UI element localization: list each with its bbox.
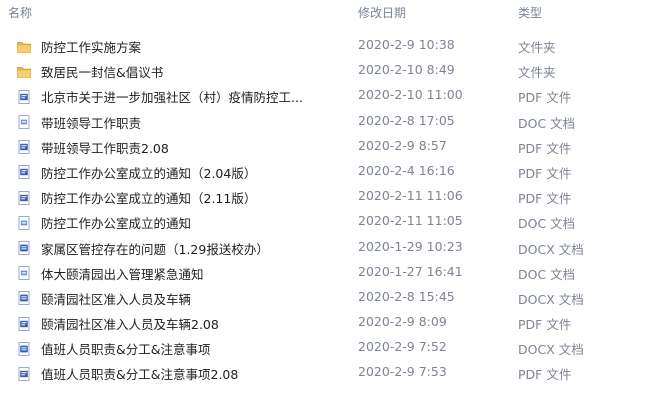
doc-file-icon [16,215,32,231]
file-date: 2020-2-8 15:45 [358,288,455,304]
file-name: 值班人员职责&分工&注意事项 [41,342,211,358]
file-row[interactable]: 值班人员职责&分工&注意事项 2020-2-9 7:52 DOCX 文档 [0,335,660,360]
file-type: PDF 文件 [518,191,572,207]
file-name-cell: 防控工作办公室成立的通知（2.04版） [16,163,352,182]
file-name-cell: 带班领导工作职责2.08 [16,138,352,157]
file-date: 2020-2-10 11:00 [358,87,463,103]
file-name: 北京市关于进一步加强社区（村）疫情防控工... [41,90,303,106]
column-header-name[interactable]: 名称 [8,4,32,21]
file-date: 2020-1-29 10:23 [358,238,463,254]
file-type: PDF 文件 [518,165,572,181]
file-name-cell: 颐清园社区准入人员及车辆 [16,289,352,308]
file-row[interactable]: 防控工作实施方案 2020-2-9 10:38 文件夹 [0,33,660,58]
file-type: DOC 文档 [518,216,576,232]
file-type: PDF 文件 [518,317,572,333]
pdf-file-icon [16,164,32,180]
file-name: 颐清园社区准入人员及车辆 [41,291,192,307]
file-date: 2020-2-11 11:06 [358,188,463,204]
file-row[interactable]: 防控工作办公室成立的通知（2.11版） 2020-2-11 11:06 PDF 文件 [0,184,660,209]
file-type: DOCX 文档 [518,342,584,358]
file-row[interactable]: 防控工作办公室成立的通知（2.04版） 2020-2-4 16:16 PDF 文件 [0,159,660,184]
file-type: DOCX 文档 [518,241,584,257]
file-name-cell: 致居民一封信&倡议书 [16,62,352,81]
file-row[interactable]: 体大颐清园出入管理紧急通知 2020-1-27 16:41 DOC 文档 [0,260,660,285]
file-rows: 防控工作实施方案 2020-2-9 10:38 文件夹 致居民一封信&倡议书 2020-… [0,33,660,386]
file-type: PDF 文件 [518,140,572,156]
file-date: 2020-2-9 8:57 [358,137,447,153]
file-list: 名称 修改日期 类型 防控工作实施方案 2020-2-9 10:38 文件夹 致居民一… [0,0,660,407]
file-row[interactable]: 致居民一封信&倡议书 2020-2-10 8:49 文件夹 [0,58,660,83]
file-type: DOC 文档 [518,115,576,131]
file-name-cell: 值班人员职责&分工&注意事项 [16,339,352,358]
file-name: 致居民一封信&倡议书 [41,65,164,81]
pdf-file-icon [16,139,32,155]
pdf-file-icon [16,89,32,105]
file-name: 防控工作办公室成立的通知（2.11版） [41,191,257,207]
file-name-cell: 体大颐清园出入管理紧急通知 [16,264,352,283]
file-name-cell: 家属区管控存在的问题（1.29报送校办） [16,239,352,258]
column-header-date[interactable]: 修改日期 [358,4,406,21]
file-type: 文件夹 [518,65,556,81]
folder-icon [16,39,32,55]
file-name: 颐清园社区准入人员及车辆2.08 [41,317,219,333]
doc-file-icon [16,114,32,130]
file-name: 体大颐清园出入管理紧急通知 [41,266,204,282]
file-type: PDF 文件 [518,90,572,106]
file-name: 防控工作办公室成立的通知（2.04版） [41,165,257,181]
file-type: DOCX 文档 [518,291,584,307]
doc-file-icon [16,265,32,281]
file-row[interactable]: 带班领导工作职责2.08 2020-2-9 8:57 PDF 文件 [0,134,660,159]
file-date: 2020-2-11 11:05 [358,213,463,229]
file-name: 家属区管控存在的问题（1.29报送校办） [41,241,269,257]
file-row[interactable]: 颐清园社区准入人员及车辆 2020-2-8 15:45 DOCX 文档 [0,285,660,310]
pdf-file-icon [16,316,32,332]
docx-file-icon [16,341,32,357]
file-date: 2020-2-9 7:52 [358,339,447,355]
file-name: 防控工作实施方案 [41,40,142,55]
file-date: 2020-2-8 17:05 [358,112,455,128]
column-header-type[interactable]: 类型 [518,4,542,21]
file-type: PDF 文件 [518,367,572,383]
file-type: 文件夹 [518,40,556,55]
docx-file-icon [16,240,32,256]
file-name: 值班人员职责&分工&注意事项2.08 [41,367,239,383]
file-row[interactable]: 值班人员职责&分工&注意事项2.08 2020-2-9 7:53 PDF 文件 [0,360,660,385]
pdf-file-icon [16,366,32,382]
file-date: 2020-2-9 7:53 [358,364,447,380]
file-date: 2020-1-27 16:41 [358,263,463,279]
file-name-cell: 防控工作办公室成立的通知（2.11版） [16,188,352,207]
file-name-cell: 防控工作办公室成立的通知 [16,213,352,232]
docx-file-icon [16,290,32,306]
file-row[interactable]: 北京市关于进一步加强社区（村）疫情防控工... 2020-2-10 11:00 PD… [0,83,660,108]
file-name: 带班领导工作职责2.08 [41,140,169,156]
folder-icon [16,64,32,80]
file-name-cell: 值班人员职责&分工&注意事项2.08 [16,364,352,383]
file-name-cell: 带班领导工作职责 [16,113,352,132]
file-date: 2020-2-4 16:16 [358,162,455,178]
file-name-cell: 北京市关于进一步加强社区（村）疫情防控工... [16,87,352,106]
column-header: 名称 修改日期 类型 [0,0,660,26]
file-date: 2020-2-10 8:49 [358,62,455,78]
pdf-file-icon [16,190,32,206]
file-name-cell: 防控工作实施方案 [16,37,352,56]
file-name: 防控工作办公室成立的通知 [41,216,192,232]
file-date: 2020-2-9 10:38 [358,37,455,52]
file-row[interactable]: 防控工作办公室成立的通知 2020-2-11 11:05 DOC 文档 [0,209,660,234]
file-date: 2020-2-9 8:09 [358,314,447,330]
file-type: DOC 文档 [518,266,576,282]
file-row[interactable]: 颐清园社区准入人员及车辆2.08 2020-2-9 8:09 PDF 文件 [0,310,660,335]
file-name-cell: 颐清园社区准入人员及车辆2.08 [16,314,352,333]
file-row[interactable]: 家属区管控存在的问题（1.29报送校办） 2020-1-29 10:23 DOCX … [0,235,660,260]
file-name: 带班领导工作职责 [41,115,142,131]
file-row[interactable]: 带班领导工作职责 2020-2-8 17:05 DOC 文档 [0,109,660,134]
